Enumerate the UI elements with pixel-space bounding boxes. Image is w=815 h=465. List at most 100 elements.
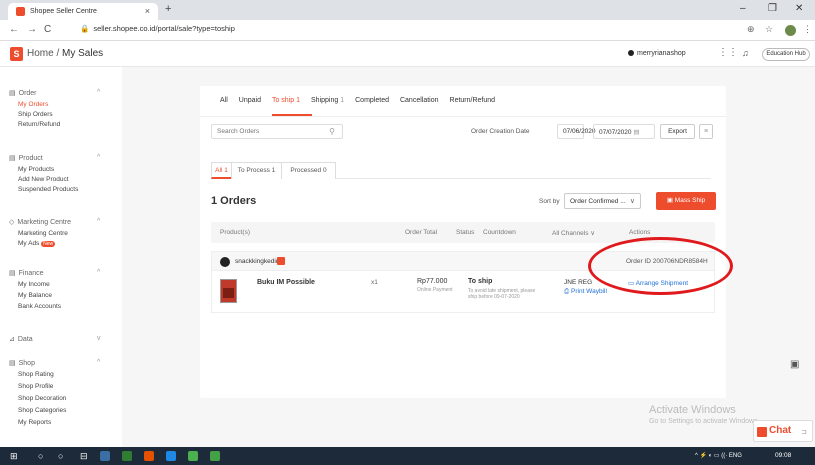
chevron-up-icon[interactable]: ^: [97, 89, 100, 96]
star-icon[interactable]: ☆: [765, 24, 773, 35]
chevron-down-icon[interactable]: v: [97, 335, 101, 342]
chevron-up-icon[interactable]: ^: [97, 154, 100, 161]
tab-to-ship[interactable]: To ship 1: [272, 97, 300, 104]
breadcrumb-current: My Sales: [62, 48, 104, 59]
search-icon[interactable]: ○: [38, 451, 43, 461]
sidebar-section-order[interactable]: ▤ Order: [9, 89, 37, 97]
payment-method: Online Payment: [417, 287, 453, 293]
orders-count-title: 1 Orders: [211, 195, 257, 207]
zoom-icon[interactable]: ⊕: [747, 24, 755, 35]
tab-completed[interactable]: Completed: [355, 97, 389, 104]
sidebar-item-bank-accounts[interactable]: Bank Accounts: [18, 303, 61, 310]
bell-icon[interactable]: ♫: [742, 48, 749, 58]
sidebar-item-my-income[interactable]: My Income: [18, 281, 50, 288]
close-tab-icon[interactable]: ×: [145, 6, 150, 16]
sidebar-item-shop-rating[interactable]: Shop Rating: [18, 371, 54, 378]
column-header: Order Total: [405, 229, 438, 236]
sidebar-item-shop-categories[interactable]: Shop Categories: [18, 407, 66, 414]
tab-unpaid[interactable]: Unpaid: [239, 97, 261, 104]
tab-return-refund[interactable]: Return/Refund: [450, 97, 496, 104]
lock-icon: 🔒: [80, 24, 90, 33]
more-icon[interactable]: ⋮: [803, 24, 812, 35]
chrome-icon[interactable]: [188, 451, 198, 461]
sidebar-item-my-balance[interactable]: My Balance: [18, 292, 52, 299]
activate-windows-watermark: Activate Windows Go to Settings to activ…: [649, 404, 760, 425]
product-name[interactable]: Buku IM Possible: [257, 279, 315, 286]
close-window-button[interactable]: ✕: [795, 3, 803, 14]
sort-select[interactable]: Order Confirmed ... ∨: [564, 193, 641, 209]
feedback-icon[interactable]: ▣: [790, 359, 799, 370]
sidebar: ▤ Order ^ My Orders Ship Orders Return/Re…: [0, 67, 122, 447]
file-explorer-icon[interactable]: [100, 451, 110, 461]
print-waybill-link[interactable]: ⎙ Print Waybill: [564, 288, 607, 296]
sidebar-item-ship-orders[interactable]: Ship Orders: [18, 111, 53, 118]
search-input[interactable]: [217, 128, 317, 135]
chevron-up-icon[interactable]: ^: [97, 218, 100, 225]
chevron-up-icon[interactable]: ^: [97, 269, 100, 276]
maximize-button[interactable]: ❐: [768, 3, 777, 14]
sidebar-item-shop-decoration[interactable]: Shop Decoration: [18, 395, 66, 402]
search-icon[interactable]: ⚲: [329, 127, 335, 136]
sidebar-section-product[interactable]: ▤ Product: [9, 154, 43, 162]
collapse-icon[interactable]: ⊐: [801, 428, 807, 436]
sidebar-item-add-new-product[interactable]: Add New Product: [18, 176, 69, 183]
sidebar-section-shop[interactable]: ▤ Shop: [9, 359, 35, 367]
subtab-to-process[interactable]: To Process 1: [231, 162, 282, 179]
sidebar-section-marketing[interactable]: ◇ Marketing Centre: [9, 218, 71, 226]
date-from-field[interactable]: 07/06/2020: [557, 124, 596, 139]
app-icon[interactable]: [210, 451, 220, 461]
subtab-all[interactable]: All 1: [211, 162, 232, 179]
excel-icon[interactable]: [122, 451, 132, 461]
sidebar-item-return-refund[interactable]: Return/Refund: [18, 121, 60, 128]
sidebar-item-my-orders[interactable]: My Orders: [18, 101, 48, 108]
sidebar-item-my-reports[interactable]: My Reports: [18, 419, 51, 426]
export-button[interactable]: Export: [660, 124, 695, 139]
shopee-favicon-icon: [16, 7, 25, 16]
sidebar-item-suspended-products[interactable]: Suspended Products: [18, 186, 78, 193]
sidebar-item-shop-profile[interactable]: Shop Profile: [18, 383, 53, 390]
tab-shipping[interactable]: Shipping 1: [311, 97, 344, 104]
chat-button[interactable]: Chat ⊐: [753, 420, 813, 442]
browser-tab[interactable]: Shopee Seller Centre ×: [8, 3, 158, 20]
forward-icon[interactable]: →: [27, 24, 37, 35]
windows-start-icon[interactable]: ⊞: [10, 451, 18, 462]
buyer-name[interactable]: snackkingkediri: [235, 258, 279, 265]
sidebar-item-marketing-centre[interactable]: Marketing Centre: [18, 230, 68, 237]
education-hub-button[interactable]: Education Hub: [762, 48, 810, 61]
product-icon: ▤: [9, 155, 16, 162]
chevron-up-icon[interactable]: ^: [97, 359, 100, 366]
shop-account[interactable]: merryrianashop: [628, 50, 686, 57]
product-thumbnail[interactable]: [220, 279, 237, 303]
cortana-icon[interactable]: ○: [58, 451, 63, 461]
url-field[interactable]: 🔒 seller.shopee.co.id/portal/sale?type=to…: [80, 24, 235, 33]
date-filter-label: Order Creation Date: [471, 128, 530, 135]
sidebar-section-data[interactable]: ⊿ Data: [9, 335, 33, 343]
minimize-button[interactable]: –: [740, 3, 746, 14]
system-tray[interactable]: ^ ⚡ ◐ ▭ ((· ENG: [695, 452, 742, 459]
reload-icon[interactable]: C: [44, 24, 51, 35]
tab-all[interactable]: All: [220, 97, 228, 104]
mass-ship-button[interactable]: ▣ Mass Ship: [656, 192, 716, 210]
breadcrumb-separator: /: [53, 48, 63, 59]
date-to-field[interactable]: 07/07/2020 ▤: [593, 124, 655, 139]
sidebar-item-my-products[interactable]: My Products: [18, 166, 54, 173]
tab-cancellation[interactable]: Cancellation: [400, 97, 439, 104]
subtab-processed[interactable]: Processed 0: [281, 162, 336, 179]
channel-filter[interactable]: All Channels ∨: [552, 229, 595, 237]
task-view-icon[interactable]: ⊟: [80, 451, 88, 462]
back-icon[interactable]: ←: [9, 24, 19, 35]
chat-icon[interactable]: [277, 257, 285, 265]
list-menu-icon[interactable]: ≡: [699, 124, 713, 139]
sidebar-section-finance[interactable]: ▤ Finance: [9, 269, 44, 277]
apps-grid-icon[interactable]: ⋮⋮: [718, 47, 738, 58]
word-icon[interactable]: [166, 451, 176, 461]
shopee-logo-icon[interactable]: S: [10, 47, 23, 61]
new-tab-button[interactable]: +: [165, 3, 171, 15]
profile-avatar[interactable]: [785, 25, 796, 36]
clock[interactable]: 09:08: [775, 452, 791, 459]
sidebar-item-my-ads[interactable]: My Ads New: [18, 240, 56, 247]
breadcrumb-home[interactable]: Home: [27, 48, 54, 59]
order-total: Rp77.000: [417, 278, 448, 285]
powerpoint-icon[interactable]: [144, 451, 154, 461]
tag-icon: ◇: [9, 219, 15, 226]
